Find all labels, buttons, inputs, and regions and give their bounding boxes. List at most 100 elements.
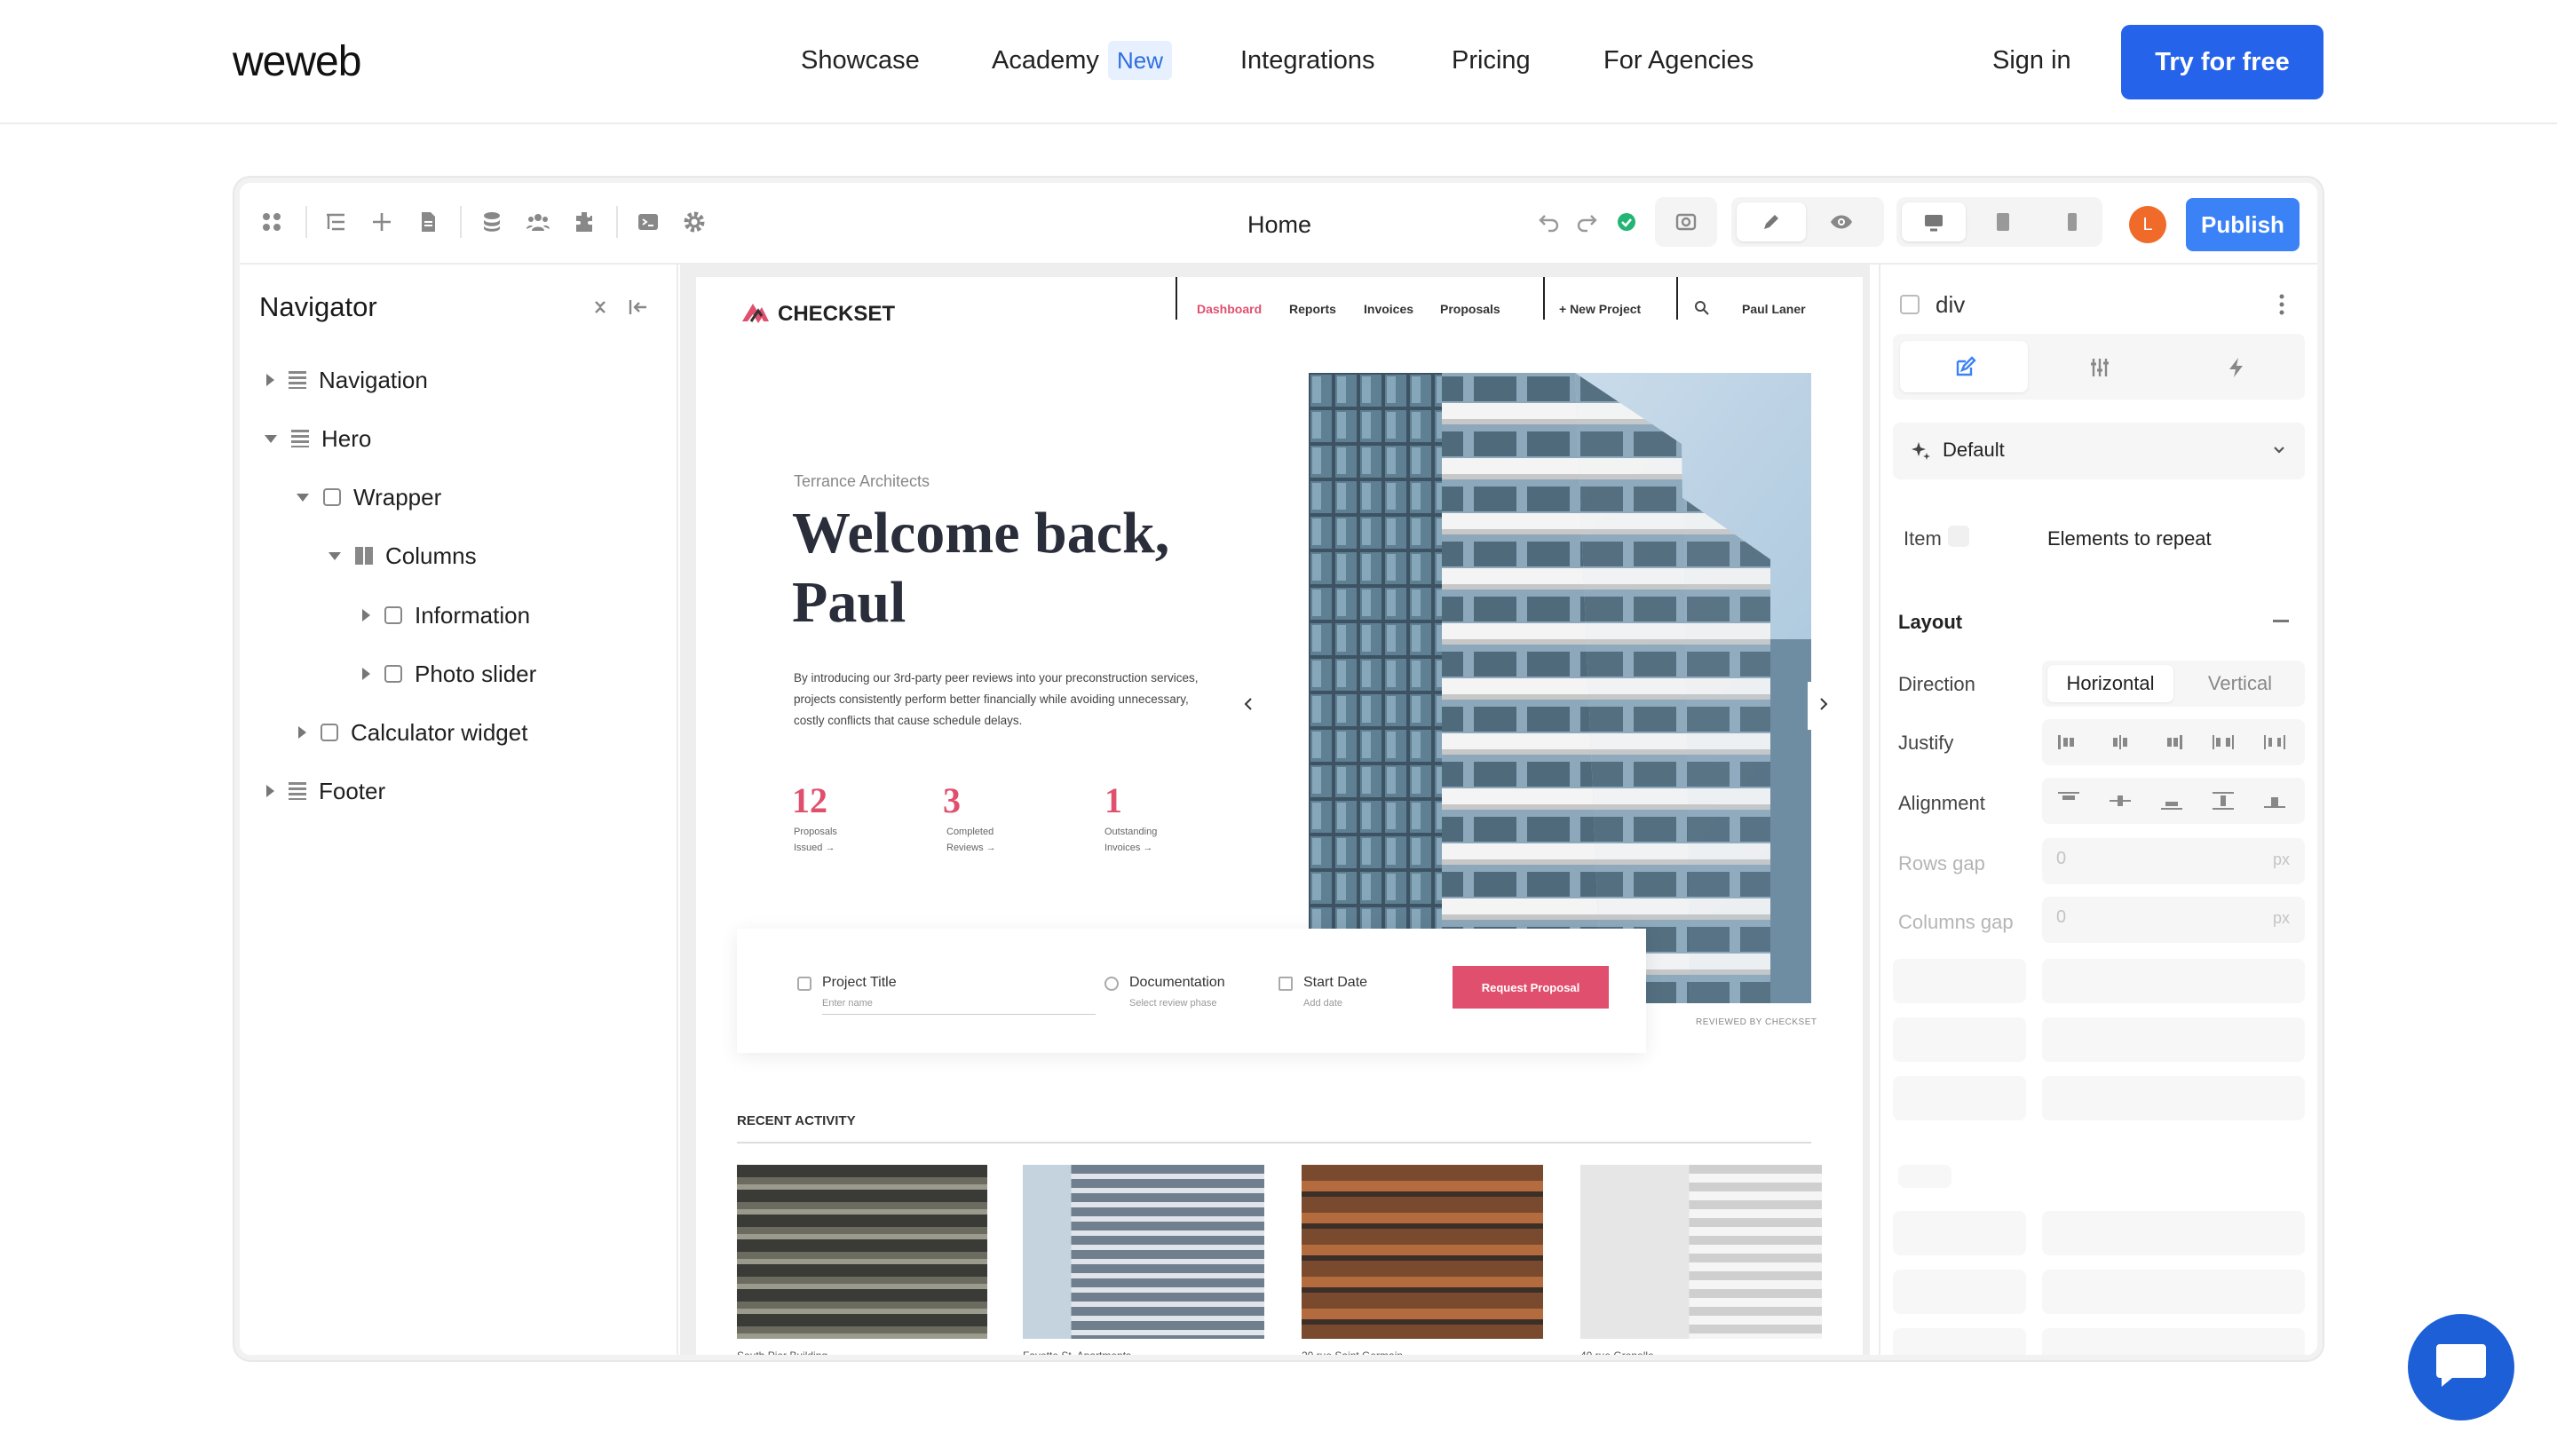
alignment-label: Alignment	[1898, 792, 1985, 814]
align-bottom-icon[interactable]	[2161, 792, 2182, 810]
slider-next-button[interactable]	[1808, 682, 1840, 730]
align-stretch-icon[interactable]	[2213, 792, 2234, 810]
undo-icon[interactable]	[1536, 210, 1561, 234]
nav-link-integrations[interactable]: Integrations	[1240, 46, 1375, 75]
tree-item-wrapper[interactable]: Wrapper	[297, 479, 441, 515]
collapse-all-icon[interactable]	[588, 295, 613, 320]
stat-label[interactable]: Outstanding Invoices →	[1104, 824, 1157, 856]
justify-start-icon[interactable]	[2058, 733, 2079, 751]
loading-placeholder	[1893, 1328, 2026, 1355]
review-phase-select[interactable]: Select review phase	[1129, 998, 1216, 1009]
stat-number: 3	[943, 780, 961, 820]
nav-link-pricing[interactable]: Pricing	[1452, 46, 1531, 75]
rows-gap-input[interactable]	[2042, 838, 2305, 884]
mobile-icon[interactable]	[2060, 210, 2085, 234]
apps-grid-icon[interactable]	[259, 210, 284, 234]
tree-item-columns[interactable]: Columns	[329, 538, 477, 574]
weweb-logo[interactable]: weweb	[233, 37, 361, 86]
settings-sliders-icon[interactable]	[2088, 356, 2111, 379]
editor-toolbar: Home L Publish	[240, 183, 2317, 265]
settings-gear-icon[interactable]	[682, 210, 707, 234]
tablet-icon[interactable]	[1991, 210, 2015, 234]
collapse-section-icon[interactable]	[2273, 620, 2289, 622]
div-icon	[321, 724, 338, 741]
request-proposal-button[interactable]: Request Proposal	[1453, 966, 1609, 1009]
tree-item-footer[interactable]: Footer	[266, 773, 385, 809]
layout-section-title[interactable]: Layout	[1898, 611, 1962, 634]
activity-thumbnail[interactable]	[1302, 1165, 1543, 1339]
workflows-bolt-icon[interactable]	[2225, 356, 2248, 379]
item-value[interactable]: Elements to repeat	[2047, 527, 2212, 550]
slider-prev-button[interactable]	[1232, 682, 1264, 730]
justify-between-icon[interactable]	[2213, 733, 2234, 751]
sign-in-link[interactable]: Sign in	[1992, 46, 2071, 75]
activity-thumbnail[interactable]	[737, 1165, 987, 1339]
documentation-icon	[1104, 977, 1119, 991]
navigator-title: Navigator	[259, 291, 377, 322]
site-nav-reports[interactable]: Reports	[1289, 302, 1336, 316]
user-menu[interactable]: Paul Laner	[1742, 302, 1806, 316]
redo-icon[interactable]	[1575, 210, 1600, 234]
sync-icon[interactable]	[1674, 210, 1698, 234]
tree-label: Wrapper	[353, 483, 442, 510]
hero-eyebrow: Terrance Architects	[794, 472, 930, 490]
site-nav-proposals[interactable]: Proposals	[1440, 302, 1500, 316]
users-icon[interactable]	[526, 210, 550, 234]
add-element-icon[interactable]	[369, 210, 394, 234]
justify-center-icon[interactable]	[2110, 733, 2131, 751]
stat-line: Reviews →	[946, 843, 996, 853]
align-top-icon[interactable]	[2058, 792, 2079, 810]
tree-item-photo-slider[interactable]: Photo slider	[362, 656, 536, 692]
more-options-icon[interactable]	[2278, 293, 2285, 316]
close-panel-icon[interactable]	[625, 295, 650, 320]
date-input[interactable]: Add date	[1303, 998, 1342, 1009]
code-terminal-icon[interactable]	[636, 210, 661, 234]
data-icon[interactable]	[479, 210, 504, 234]
nav-link-academy[interactable]: Academy	[992, 46, 1099, 75]
search-icon[interactable]	[1694, 300, 1710, 316]
preview-eye-icon[interactable]	[1829, 210, 1854, 234]
direction-label: Direction	[1898, 673, 1975, 695]
chevron-right-icon	[1818, 696, 1829, 716]
loading-placeholder	[1893, 1270, 2026, 1314]
stat-label[interactable]: Completed Reviews →	[946, 824, 996, 856]
justify-end-icon[interactable]	[2161, 733, 2182, 751]
bind-icon[interactable]	[1948, 526, 1969, 547]
tree-item-navigation[interactable]: Navigation	[266, 362, 428, 398]
layers-tree-icon[interactable]	[323, 210, 348, 234]
publish-button[interactable]: Publish	[2186, 198, 2300, 251]
rows-gap-unit[interactable]: px	[2273, 851, 2290, 869]
checkset-brand[interactable]: CHECKSET	[778, 302, 895, 327]
user-avatar[interactable]: L	[2129, 206, 2166, 243]
edit-style-icon[interactable]	[1953, 356, 1976, 379]
desktop-icon[interactable]	[1921, 210, 1946, 234]
new-project-link[interactable]: + New Project	[1559, 302, 1641, 316]
justify-around-icon[interactable]	[2264, 733, 2285, 751]
activity-thumbnail[interactable]	[1023, 1165, 1264, 1339]
site-nav-dashboard[interactable]: Dashboard	[1197, 302, 1262, 316]
chat-launcher-button[interactable]	[2408, 1314, 2514, 1420]
element-checkbox[interactable]	[1900, 295, 1920, 314]
pencil-icon[interactable]	[1759, 210, 1784, 234]
project-name-input[interactable]: Enter name	[822, 998, 1096, 1015]
align-center-icon[interactable]	[2110, 792, 2131, 810]
columns-gap-input[interactable]	[2042, 897, 2305, 943]
align-baseline-icon[interactable]	[2264, 792, 2285, 810]
stat-label[interactable]: Proposals Issued →	[794, 824, 837, 856]
nav-link-for-agencies[interactable]: For Agencies	[1603, 46, 1753, 75]
plugins-icon[interactable]	[572, 210, 597, 234]
tree-item-information[interactable]: Information	[362, 597, 530, 633]
site-nav-invoices[interactable]: Invoices	[1364, 302, 1413, 316]
page-title[interactable]: Home	[1247, 211, 1311, 239]
try-for-free-button[interactable]: Try for free	[2121, 25, 2323, 99]
editor-canvas[interactable]: CHECKSET Dashboard Reports Invoices Prop…	[680, 265, 1870, 1355]
tree-item-calculator-widget[interactable]: Calculator widget	[298, 715, 527, 750]
calendar-icon	[1278, 977, 1293, 991]
columns-gap-unit[interactable]: px	[2273, 909, 2290, 928]
pages-icon[interactable]	[416, 210, 440, 234]
nav-link-showcase[interactable]: Showcase	[801, 46, 920, 75]
activity-thumbnail[interactable]	[1580, 1165, 1822, 1339]
tree-item-hero[interactable]: Hero	[265, 421, 371, 456]
direction-vertical[interactable]: Vertical	[2177, 665, 2303, 702]
direction-horizontal[interactable]: Horizontal	[2047, 665, 2173, 702]
